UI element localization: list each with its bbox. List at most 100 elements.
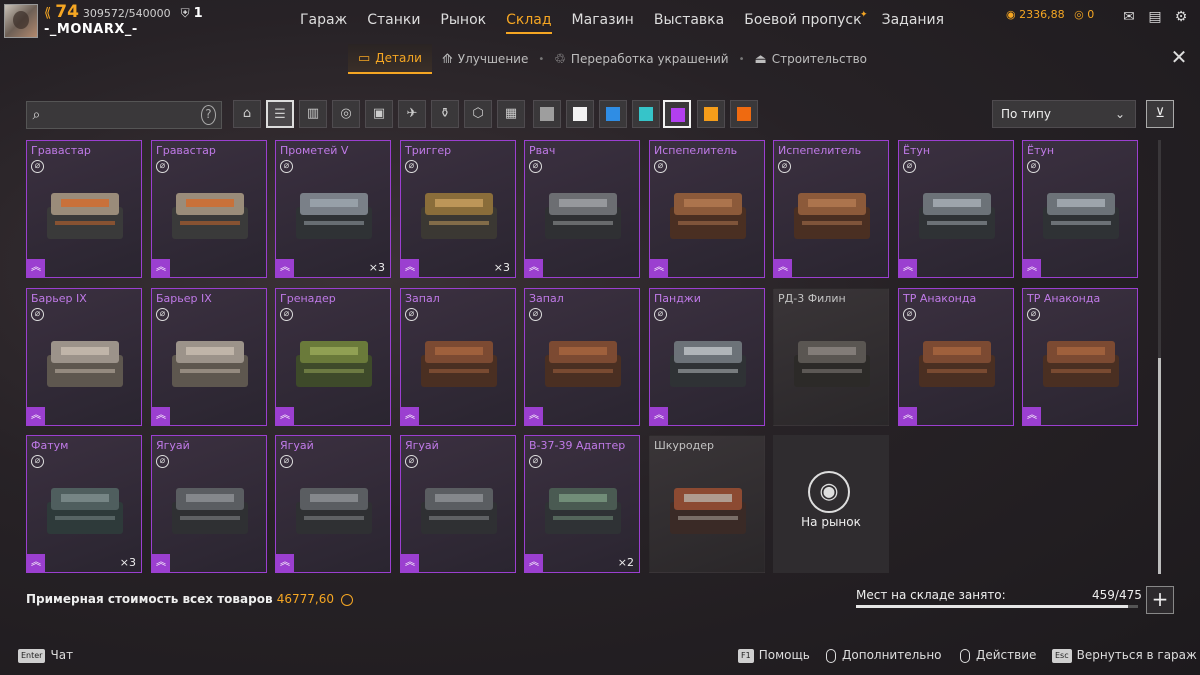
scrollbar-thumb[interactable]	[1158, 358, 1161, 574]
filter-weapons-button[interactable]: ☰	[266, 100, 294, 128]
item-image-part	[684, 494, 732, 502]
filter-color-purple[interactable]	[663, 100, 691, 128]
chat-icon[interactable]: ✉	[1120, 8, 1138, 26]
item-image-part	[435, 347, 483, 355]
total-cost-value: 46777,60	[276, 592, 334, 606]
item-image-part	[186, 494, 234, 502]
filter-paint-button[interactable]: ⚱	[431, 100, 459, 128]
item-card[interactable]: В-37-39 Адаптер ⌀ ︽ ×2	[524, 435, 640, 573]
no-trade-icon: ⌀	[529, 455, 542, 468]
item-name: Барьер IX	[31, 292, 87, 305]
item-card[interactable]: Шкуродер	[649, 435, 765, 573]
item-card[interactable]: Испепелитель ⌀ ︽	[773, 140, 889, 278]
filter-frames-button[interactable]: ▣	[365, 100, 393, 128]
expand-storage-button[interactable]: +	[1146, 586, 1174, 614]
item-image	[1043, 193, 1119, 239]
item-card[interactable]: Гравастар ⌀ ︽	[151, 140, 267, 278]
color-swatch	[737, 107, 751, 121]
item-card[interactable]: Фатум ⌀ ︽ ×3	[26, 435, 142, 573]
clear-filters-button[interactable]: ⊻	[1146, 100, 1174, 128]
item-image-part	[180, 221, 240, 225]
help-icon[interactable]: ?	[200, 105, 216, 125]
item-card[interactable]: Ягуай ⌀ ︽	[400, 435, 516, 573]
help-hint[interactable]: F1 Помощь	[738, 648, 810, 663]
item-card[interactable]: Запал ⌀ ︽	[400, 288, 516, 426]
filter-all-button[interactable]: ▦	[497, 100, 525, 128]
search-box: ⌕ ?	[26, 101, 222, 129]
tab-build[interactable]: ⏏ Строительство	[744, 44, 877, 74]
filter-drones-button[interactable]: ✈	[398, 100, 426, 128]
item-image	[794, 341, 870, 387]
filter-color-blue[interactable]	[599, 100, 627, 128]
nav-market[interactable]: Рынок	[440, 12, 486, 28]
nav-battle-pass[interactable]: Боевой пропуск ✦	[744, 10, 867, 28]
item-card[interactable]: Ётун ⌀ ︽	[898, 140, 1014, 278]
nav-exhibition[interactable]: Выставка	[654, 12, 724, 28]
item-card[interactable]: ТР Анаконда ⌀ ︽	[898, 288, 1014, 426]
item-image-part	[435, 494, 483, 502]
item-card[interactable]: Триггер ⌀ ︽ ×3	[400, 140, 516, 278]
filter-color-grey[interactable]	[533, 100, 561, 128]
recycle-icon: ♲	[554, 51, 566, 67]
no-trade-icon: ⌀	[405, 308, 418, 321]
filter-cabins-button[interactable]: ⌂	[233, 100, 261, 128]
nav-storage[interactable]: Склад	[506, 12, 553, 34]
item-image-part	[684, 347, 732, 355]
tab-recycle-label: Переработка украшений	[570, 52, 729, 66]
item-image-part	[933, 347, 981, 355]
nav-shop[interactable]: Магазин	[572, 12, 634, 28]
item-name: ТР Анаконда	[1027, 292, 1101, 305]
action-hint[interactable]: Действие	[960, 648, 1036, 663]
filter-color-cyan[interactable]	[632, 100, 660, 128]
nav-garage[interactable]: Гараж	[300, 12, 347, 28]
item-image-part	[678, 221, 738, 225]
rarity-rank-icon: ︽	[27, 554, 45, 572]
item-image	[670, 488, 746, 534]
no-trade-icon: ⌀	[654, 308, 667, 321]
grid-scrollbar[interactable]	[1158, 140, 1161, 574]
filter-wheels-button[interactable]: ◎	[332, 100, 360, 128]
item-card[interactable]: Гренадер ⌀ ︽	[275, 288, 391, 426]
tab-recycle[interactable]: ♲ Переработка украшений	[544, 44, 738, 74]
go-to-market-tile[interactable]: ◉ На рынок	[773, 435, 889, 573]
item-card[interactable]: Испепелитель ⌀ ︽	[649, 140, 765, 278]
item-card[interactable]: Барьер IX ⌀ ︽	[26, 288, 142, 426]
item-card[interactable]: Ётун ⌀ ︽	[1022, 140, 1138, 278]
close-button[interactable]: ✕	[1170, 47, 1188, 67]
item-card[interactable]: Прометей V ⌀ ︽ ×3	[275, 140, 391, 278]
storage-subnav: ▭ Детали ⟰ Улучшение • ♲ Переработка укр…	[348, 44, 877, 74]
chevron-down-icon: ⌄	[1114, 107, 1125, 121]
nav-missions[interactable]: Задания	[882, 12, 945, 28]
item-card[interactable]: Гравастар ⌀ ︽	[26, 140, 142, 278]
tab-upgrade[interactable]: ⟰ Улучшение	[432, 44, 538, 74]
item-card[interactable]: Запал ⌀ ︽	[524, 288, 640, 426]
filter-decor-button[interactable]: ⬡	[464, 100, 492, 128]
item-card[interactable]: Барьер IX ⌀ ︽	[151, 288, 267, 426]
search-input[interactable]	[45, 108, 201, 122]
filter-color-white[interactable]	[566, 100, 594, 128]
item-card[interactable]: Ягуай ⌀ ︽	[275, 435, 391, 573]
more-hint[interactable]: Дополнительно	[826, 648, 942, 663]
chat-hint[interactable]: Enter Чат	[18, 648, 73, 663]
market-coins-icon: ◉	[808, 471, 850, 513]
no-trade-icon: ⌀	[903, 308, 916, 321]
item-image-part	[304, 221, 364, 225]
tab-details[interactable]: ▭ Детали	[348, 44, 432, 74]
item-name: Шкуродер	[654, 439, 714, 452]
item-card[interactable]: Панджи ⌀ ︽	[649, 288, 765, 426]
back-hint[interactable]: Esc Вернуться в гараж	[1052, 648, 1197, 663]
avatar[interactable]	[4, 4, 38, 38]
item-card[interactable]: РД-3 Филин	[773, 288, 889, 426]
item-name: Панджи	[654, 292, 701, 305]
item-card[interactable]: ТР Анаконда ⌀ ︽	[1022, 288, 1138, 426]
mail-icon[interactable]: ▤	[1146, 8, 1164, 26]
item-card[interactable]: Рвач ⌀ ︽	[524, 140, 640, 278]
filter-color-red-orange[interactable]	[730, 100, 758, 128]
filter-color-orange[interactable]	[697, 100, 725, 128]
filter-modules-button[interactable]: ▥	[299, 100, 327, 128]
nav-workbenches[interactable]: Станки	[367, 12, 420, 28]
gear-icon[interactable]: ⚙	[1172, 8, 1190, 26]
item-card[interactable]: Ягуай ⌀ ︽	[151, 435, 267, 573]
sort-select[interactable]: По типу ⌄	[992, 100, 1136, 128]
no-trade-icon: ⌀	[903, 160, 916, 173]
